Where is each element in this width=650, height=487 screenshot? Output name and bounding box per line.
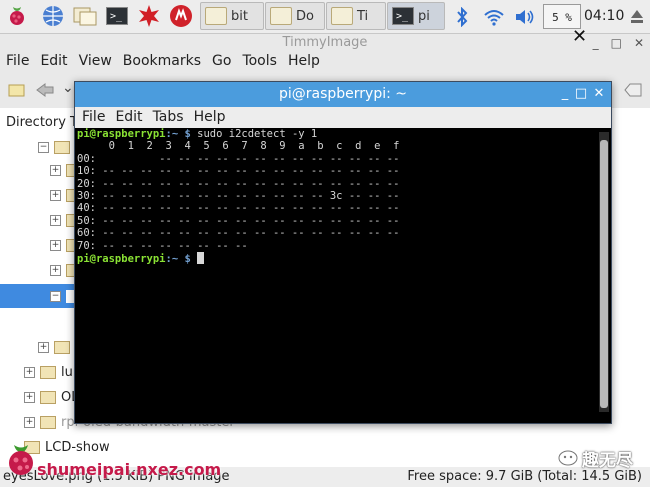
close-icon[interactable]: ✕: [634, 34, 644, 52]
expand-icon[interactable]: +: [24, 416, 35, 428]
menu-file[interactable]: File: [6, 53, 29, 73]
folder-icon: [40, 390, 56, 404]
expand-icon[interactable]: +: [50, 239, 61, 251]
expand-icon[interactable]: +: [50, 214, 61, 226]
prompt-user: pi@raspberrypi: [77, 128, 166, 140]
task-label-3: Ti: [357, 8, 369, 24]
task-label-1: bit: [231, 8, 248, 24]
terminal-launcher-icon[interactable]: >_: [104, 3, 130, 29]
terminal-window[interactable]: pi@raspberrypi: ~ _ □ ✕ File Edit Tabs H…: [74, 81, 612, 424]
bluetooth-icon[interactable]: [452, 6, 472, 28]
collapse-icon[interactable]: −: [38, 141, 49, 153]
mathematica-icon[interactable]: [136, 3, 162, 29]
expand-icon[interactable]: +: [24, 391, 35, 403]
minimize-icon[interactable]: _: [593, 34, 599, 52]
menu-bookmarks[interactable]: Bookmarks: [123, 53, 201, 73]
terminal-titlebar[interactable]: pi@raspberrypi: ~ _ □ ✕: [75, 82, 611, 107]
prompt-path: :~ $: [165, 253, 191, 266]
chevron-down-icon[interactable]: ⌄: [62, 80, 74, 96]
text-cursor: [197, 252, 205, 265]
task-button-4[interactable]: >_ pi: [387, 2, 445, 30]
new-folder-icon[interactable]: [8, 82, 26, 101]
prompt-path: :~ $: [165, 128, 191, 140]
close-icon[interactable]: ✕: [572, 26, 587, 47]
menu-go[interactable]: Go: [212, 53, 231, 73]
terminal-icon: >_: [392, 7, 414, 25]
channel-name: 趣无尽: [582, 451, 633, 471]
folder-icon: [205, 7, 227, 25]
file-manager-window-buttons: _ □ ✕: [593, 34, 644, 52]
task-label-2: Do: [296, 8, 314, 24]
wolfram-icon[interactable]: [168, 3, 194, 29]
expand-icon[interactable]: +: [24, 366, 35, 378]
menu-view[interactable]: View: [79, 53, 112, 73]
terminal-output-line: 50: -- -- -- -- -- -- -- -- -- -- -- -- …: [77, 214, 400, 227]
raspberry-logo-icon: [4, 441, 38, 480]
chat-bubble-icon: [558, 450, 578, 465]
collapse-icon[interactable]: −: [50, 290, 61, 302]
wifi-icon[interactable]: [482, 6, 506, 28]
terminal-scrollbar-thumb[interactable]: [600, 140, 608, 408]
menu-help[interactable]: Help: [288, 53, 320, 73]
terminal-command: sudo i2cdetect -y 1: [190, 128, 318, 140]
expand-icon[interactable]: +: [38, 341, 49, 353]
minimize-icon[interactable]: _: [557, 86, 573, 102]
file-manager-title: TimmyImage: [282, 35, 368, 50]
menu-tools[interactable]: Tools: [242, 53, 277, 73]
folder-icon: [40, 415, 56, 429]
site-watermark: shumeipai.nxez.com: [37, 460, 222, 479]
channel-watermark: 趣无尽: [558, 446, 633, 471]
terminal-title: pi@raspberrypi: ~: [278, 86, 408, 102]
folder-icon: [54, 340, 70, 354]
folder-icon: [270, 7, 292, 25]
task-label-4: pi: [418, 8, 430, 24]
maximize-icon[interactable]: □: [573, 86, 589, 102]
folder-icon: [54, 140, 70, 154]
terminal-output-line: 40: -- -- -- -- -- -- -- -- -- -- -- -- …: [77, 202, 400, 215]
file-manager-menubar: File Edit View Bookmarks Go Tools Help: [0, 53, 325, 73]
terminal-menu-file[interactable]: File: [82, 107, 105, 128]
file-manager-icon[interactable]: [72, 3, 98, 29]
tree-item-label: LCD-show: [45, 439, 110, 455]
expand-icon[interactable]: +: [50, 189, 61, 201]
terminal-output-line: 70: -- -- -- -- -- -- -- --: [77, 239, 248, 252]
folder-icon: [40, 365, 56, 379]
maximize-icon[interactable]: □: [611, 34, 622, 52]
terminal-output-line: 60: -- -- -- -- -- -- -- -- -- -- -- -- …: [77, 227, 400, 240]
terminal-command-line: pi@raspberrypi:~ $ sudo i2cdetect -y 1: [77, 128, 597, 140]
terminal-output-line: 0 1 2 3 4 5 6 7 8 9 a b c d e f: [77, 140, 400, 153]
terminal-menu-help[interactable]: Help: [194, 107, 226, 128]
web-browser-icon[interactable]: [40, 3, 66, 29]
task-button-3[interactable]: Ti: [326, 2, 386, 30]
close-icon[interactable]: ✕: [591, 86, 607, 102]
prompt-user: pi@raspberrypi: [77, 253, 166, 266]
menu-edit[interactable]: Edit: [40, 53, 67, 73]
terminal-menu-tabs[interactable]: Tabs: [153, 107, 184, 128]
terminal-menu-edit[interactable]: Edit: [115, 107, 142, 128]
terminal-output-line: 10: -- -- -- -- -- -- -- -- -- -- -- -- …: [77, 165, 400, 178]
terminal-output[interactable]: pi@raspberrypi:~ $ sudo i2cdetect -y 1 0…: [77, 128, 597, 418]
clear-location-icon[interactable]: [624, 82, 642, 101]
clock[interactable]: 04:10: [584, 8, 624, 24]
expand-icon[interactable]: +: [50, 164, 61, 176]
eject-icon[interactable]: [628, 7, 646, 27]
taskbar: >_ bit Do Ti >_ pi 5 % 04:10: [0, 0, 650, 34]
raspberry-menu-icon[interactable]: [4, 3, 30, 29]
folder-icon: [331, 7, 353, 25]
terminal-menubar: File Edit Tabs Help: [75, 107, 611, 128]
volume-icon[interactable]: [513, 6, 537, 28]
terminal-output-line: 00: -- -- -- -- -- -- -- -- -- -- -- -- …: [77, 152, 400, 165]
expand-icon[interactable]: +: [50, 264, 61, 276]
terminal-output-line: 20: -- -- -- -- -- -- -- -- -- -- -- -- …: [77, 177, 400, 190]
terminal-prompt-line: pi@raspberrypi:~ $: [77, 252, 597, 265]
task-button-1[interactable]: bit: [200, 2, 264, 30]
terminal-output-line: 30: -- -- -- -- -- -- -- -- -- -- -- -- …: [77, 190, 400, 203]
task-button-2[interactable]: Do: [265, 2, 325, 30]
back-icon[interactable]: [36, 83, 54, 100]
